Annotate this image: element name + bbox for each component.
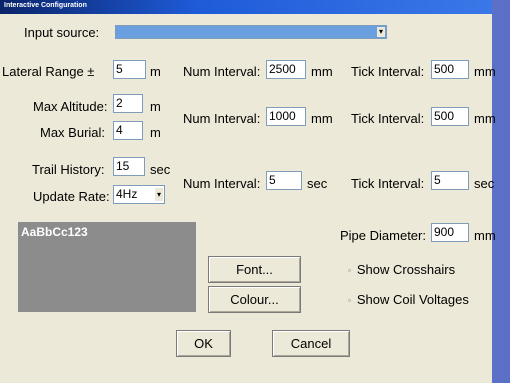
configuration-window: Interactive Configuration Input source: …	[0, 0, 510, 383]
colour-button[interactable]: Colour...	[208, 286, 301, 313]
trail-history-input[interactable]: 15	[113, 157, 145, 176]
dropdown-arrow-icon[interactable]: ▾	[377, 27, 385, 37]
input-source-label: Input source:	[24, 25, 100, 40]
altitude-tick-interval-label: Tick Interval:	[351, 111, 425, 126]
lateral-range-input[interactable]: 5	[113, 60, 146, 79]
checkbox-icon[interactable]: ▫	[348, 296, 351, 305]
show-crosshairs-checkbox[interactable]: ▫ Show Crosshairs	[348, 262, 455, 277]
lateral-range-unit: m	[150, 64, 161, 79]
pipe-diameter-label: Pipe Diameter:	[340, 228, 426, 243]
lateral-tick-interval-input[interactable]: 500	[431, 60, 469, 79]
title-bar[interactable]: Interactive Configuration	[0, 0, 492, 14]
lateral-num-interval-label: Num Interval:	[183, 64, 261, 79]
update-rate-dropdown[interactable]: 4Hz ▾	[113, 185, 165, 204]
trail-num-interval-label: Num Interval:	[183, 176, 261, 191]
max-burial-unit: m	[150, 125, 161, 140]
cancel-button[interactable]: Cancel	[272, 330, 350, 357]
altitude-num-interval-unit: mm	[311, 111, 333, 126]
trail-num-interval-input[interactable]: 5	[266, 171, 302, 190]
lateral-range-label: Lateral Range ±	[2, 64, 95, 79]
font-preview-text: AaBbCc123	[21, 225, 88, 239]
max-burial-input[interactable]: 4	[113, 121, 143, 140]
pipe-diameter-unit: mm	[474, 228, 496, 243]
trail-tick-interval-unit: sec	[474, 176, 495, 191]
trail-tick-interval-label: Tick Interval:	[351, 176, 425, 191]
trail-history-unit: sec	[150, 162, 171, 177]
checkbox-icon[interactable]: ▫	[348, 266, 351, 275]
font-preview: AaBbCc123	[18, 222, 196, 312]
lateral-tick-interval-unit: mm	[474, 64, 496, 79]
trail-history-label: Trail History:	[32, 162, 105, 177]
show-crosshairs-label: Show Crosshairs	[356, 262, 456, 277]
altitude-num-interval-input[interactable]: 1000	[266, 107, 306, 126]
max-burial-label: Max Burial:	[40, 125, 106, 140]
window-title: Interactive Configuration	[4, 2, 87, 9]
update-rate-value: 4Hz	[116, 187, 138, 201]
max-altitude-input[interactable]: 2	[113, 94, 143, 113]
altitude-num-interval-label: Num Interval:	[183, 111, 261, 126]
input-source-dropdown[interactable]: ▾	[115, 25, 387, 39]
lateral-tick-interval-label: Tick Interval:	[351, 64, 425, 79]
max-altitude-unit: m	[150, 99, 161, 114]
show-coil-voltages-checkbox[interactable]: ▫ Show Coil Voltages	[348, 292, 469, 307]
max-altitude-label: Max Altitude:	[33, 99, 108, 114]
update-rate-label: Update Rate:	[33, 189, 110, 204]
lateral-num-interval-unit: mm	[311, 64, 333, 79]
trail-tick-interval-input[interactable]: 5	[431, 171, 469, 190]
show-coil-voltages-label: Show Coil Voltages	[356, 292, 469, 307]
altitude-tick-interval-input[interactable]: 500	[431, 107, 469, 126]
lateral-num-interval-input[interactable]: 2500	[266, 60, 306, 79]
altitude-tick-interval-unit: mm	[474, 111, 496, 126]
font-button[interactable]: Font...	[208, 256, 301, 283]
dropdown-arrow-icon[interactable]: ▾	[155, 188, 163, 201]
pipe-diameter-input[interactable]: 900	[431, 223, 469, 242]
ok-button[interactable]: OK	[176, 330, 231, 357]
trail-num-interval-unit: sec	[307, 176, 328, 191]
